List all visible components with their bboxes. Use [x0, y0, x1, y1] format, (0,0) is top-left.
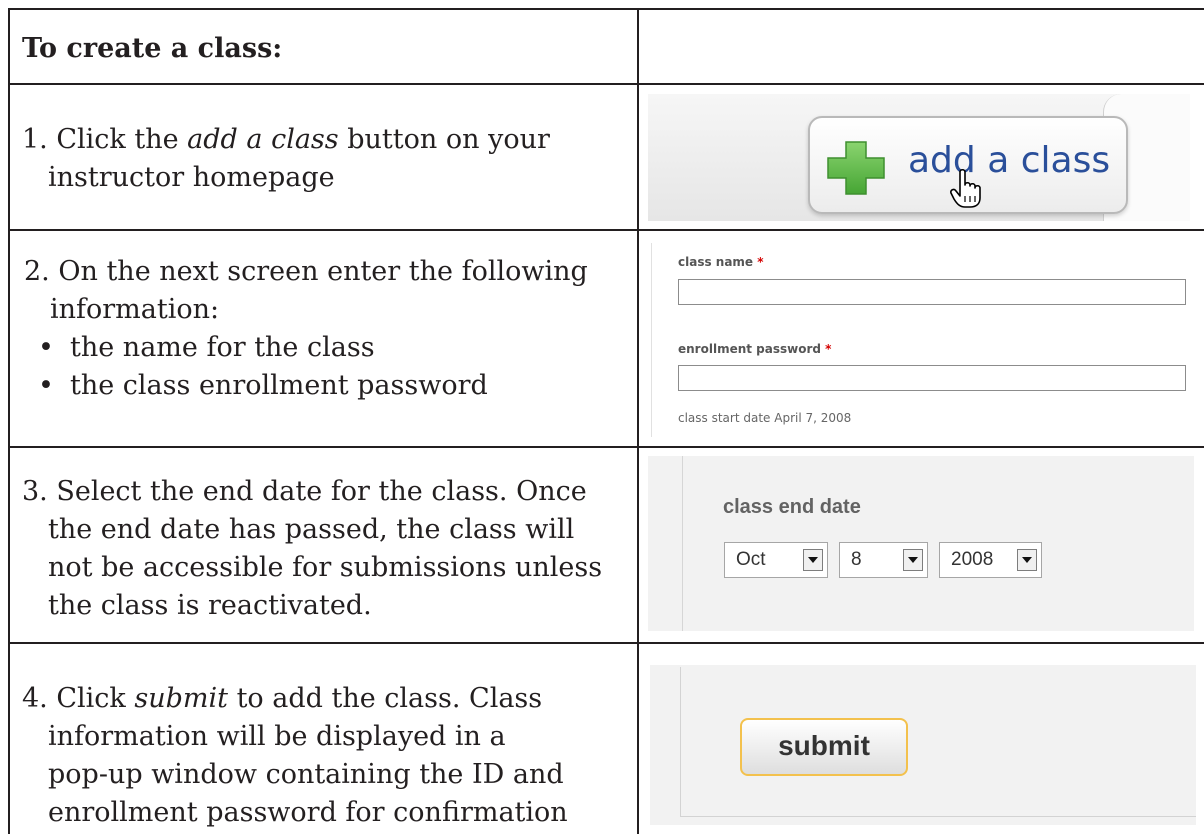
step-3-line3: not be accessible for submissions unless: [48, 552, 603, 583]
step-3-line2: the end date has passed, the class will: [48, 514, 575, 545]
step-3-text: 3. Select the end date for the class. On…: [22, 473, 602, 625]
step-1-number: 1.: [22, 124, 48, 155]
table-row-divider: [8, 642, 1204, 644]
step-1-before: Click the: [56, 124, 188, 155]
table-border-left: [8, 8, 10, 834]
step-4-after: to add the class. Class: [227, 683, 543, 714]
dropdown-arrow-icon: [803, 549, 823, 571]
end-date-screenshot: class end date Oct 8 2008: [648, 456, 1194, 631]
step-1-line2: instructor homepage: [48, 162, 335, 193]
step-2-bullet: • the name for the class: [24, 329, 588, 367]
add-class-screenshot: add a class: [648, 94, 1190, 221]
submit-screenshot: submit: [650, 665, 1196, 825]
required-marker: *: [825, 342, 832, 356]
step-2-text: 2. On the next screen enter the followin…: [24, 253, 588, 405]
required-marker: *: [757, 255, 764, 269]
table-column-divider: [637, 8, 639, 834]
table-title: To create a class:: [22, 33, 283, 64]
step-4-line3: pop-up window containing the ID and: [48, 759, 564, 790]
submit-button[interactable]: submit: [740, 718, 908, 776]
step-2-line2: information:: [50, 294, 220, 325]
hand-cursor-icon: [950, 168, 984, 213]
add-a-class-label: add a class: [908, 140, 1111, 181]
dropdown-arrow-icon: [903, 549, 923, 571]
class-form-screenshot: class name * enrollment password * class…: [651, 243, 1199, 437]
end-year-select[interactable]: 2008: [939, 542, 1042, 578]
step-3-line1: 3. Select the end date for the class. On…: [22, 476, 587, 507]
enrollment-password-input[interactable]: [678, 365, 1186, 391]
step-4-text: 4. Click submit to add the class. Class …: [22, 680, 568, 832]
screenshot-divider: [682, 456, 683, 631]
bullet-icon: •: [38, 332, 54, 363]
step-1-italic: add a class: [187, 124, 339, 155]
screenshot-divider: [680, 667, 681, 817]
step-4-italic: submit: [134, 683, 228, 714]
end-month-select[interactable]: Oct: [724, 542, 828, 578]
bullet-icon: •: [38, 370, 54, 401]
dropdown-arrow-icon: [1017, 549, 1037, 571]
step-1-after: button on your: [338, 124, 550, 155]
table-border-top: [8, 8, 1204, 10]
table-row-divider: [8, 446, 1204, 448]
step-4-before: Click: [56, 683, 135, 714]
end-day-select[interactable]: 8: [839, 542, 928, 578]
add-a-class-button[interactable]: add a class: [808, 116, 1128, 214]
step-3-line4: the class is reactivated.: [48, 590, 372, 621]
enrollment-password-label: enrollment password *: [678, 342, 832, 356]
screenshot-divider: [680, 816, 1196, 817]
class-end-date-label: class end date: [723, 496, 861, 518]
step-1-text: 1. Click the add a class button on your …: [22, 121, 550, 197]
class-name-label: class name *: [678, 255, 764, 269]
step-2-line1: 2. On the next screen enter the followin…: [24, 256, 588, 287]
step-4-line4: enrollment password for confirmation: [48, 797, 568, 828]
step-2-bullet: • the class enrollment password: [24, 367, 588, 405]
class-name-input[interactable]: [678, 279, 1186, 305]
step-4-line2: information will be displayed in a: [48, 721, 506, 752]
table-row-divider: [8, 229, 1204, 231]
table-row-divider: [8, 83, 1204, 85]
step-4-number: 4.: [22, 683, 48, 714]
class-start-date: class start date April 7, 2008: [678, 411, 852, 425]
green-plus-icon: [826, 140, 886, 201]
